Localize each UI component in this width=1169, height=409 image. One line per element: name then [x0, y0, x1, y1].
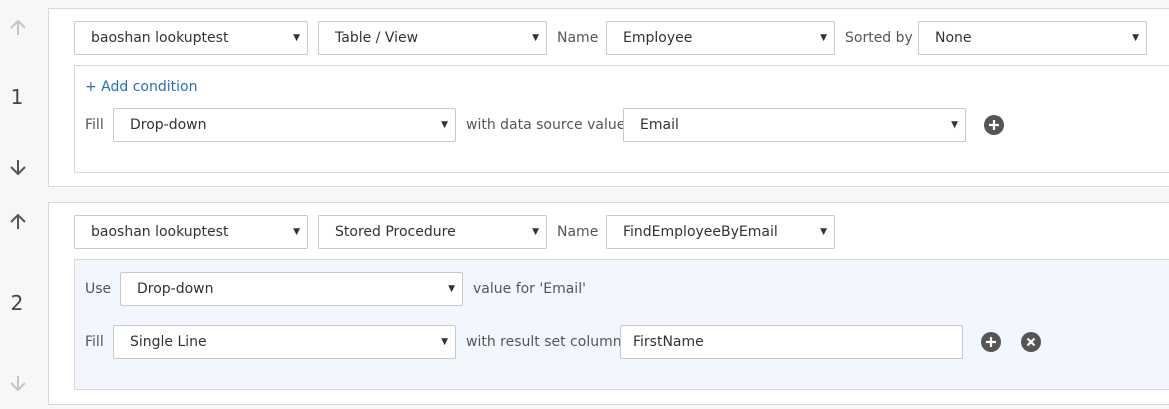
move-down-button[interactable] [9, 158, 27, 176]
caret-down-icon: ▼ [441, 337, 448, 347]
with-data-source-label: with data source value [466, 117, 626, 133]
object-type-select[interactable]: Table / View ▼ [318, 21, 547, 55]
object-type-value: Stored Procedure [335, 224, 456, 240]
name-value: Employee [623, 30, 693, 46]
data-source-value: baoshan lookuptest [91, 224, 229, 240]
rule-number: 1 [10, 85, 24, 109]
result-column-input[interactable]: FirstName [620, 325, 963, 359]
add-condition-link[interactable]: + Add condition [85, 79, 197, 95]
result-column-value: FirstName [633, 334, 704, 350]
plus-circle-icon [986, 337, 996, 347]
caret-down-icon: ▼ [293, 33, 300, 43]
name-label: Name [557, 224, 599, 240]
object-type-select[interactable]: Stored Procedure ▼ [318, 215, 547, 249]
sorted-by-value: None [935, 30, 972, 46]
fill-control-value: Single Line [130, 334, 207, 350]
arrow-down-icon [10, 376, 26, 392]
caret-down-icon: ▼ [293, 227, 300, 237]
arrow-up-icon [10, 19, 26, 35]
data-source-select[interactable]: baoshan lookuptest ▼ [74, 215, 308, 249]
sorted-by-select[interactable]: None ▼ [918, 21, 1147, 55]
move-down-button[interactable] [9, 374, 27, 392]
use-control-select[interactable]: Drop-down ▼ [120, 272, 463, 306]
sorted-by-label: Sorted by [845, 30, 913, 46]
fill-control-select[interactable]: Single Line ▼ [113, 325, 456, 359]
add-fill-button[interactable] [984, 115, 1004, 135]
caret-down-icon: ▼ [532, 227, 539, 237]
rule-number: 2 [10, 291, 24, 315]
data-source-value: baoshan lookuptest [91, 30, 229, 46]
add-fill-button[interactable] [981, 332, 1001, 352]
data-source-select[interactable]: baoshan lookuptest ▼ [74, 21, 308, 55]
object-type-value: Table / View [335, 30, 419, 46]
value-for-label: value for 'Email' [473, 281, 586, 297]
name-select[interactable]: Employee ▼ [606, 21, 835, 55]
caret-down-icon: ▼ [532, 33, 539, 43]
source-value-select[interactable]: Email ▼ [623, 108, 966, 142]
arrow-up-icon [10, 213, 26, 229]
use-control-value: Drop-down [137, 281, 214, 297]
caret-down-icon: ▼ [441, 120, 448, 130]
caret-down-icon: ▼ [448, 284, 455, 294]
with-result-set-label: with result set column [466, 334, 622, 350]
name-select[interactable]: FindEmployeeByEmail ▼ [606, 215, 835, 249]
source-value: Email [640, 117, 679, 133]
move-up-button[interactable] [9, 213, 27, 231]
move-up-button[interactable] [9, 19, 27, 37]
use-label: Use [85, 281, 112, 297]
fill-control-value: Drop-down [130, 117, 207, 133]
arrow-down-icon [10, 160, 26, 176]
caret-down-icon: ▼ [820, 227, 827, 237]
name-label: Name [557, 30, 599, 46]
remove-fill-button[interactable] [1021, 332, 1041, 352]
name-value: FindEmployeeByEmail [623, 224, 778, 240]
plus-circle-icon [989, 120, 999, 130]
caret-down-icon: ▼ [1132, 33, 1139, 43]
fill-control-select[interactable]: Drop-down ▼ [113, 108, 456, 142]
caret-down-icon: ▼ [951, 120, 958, 130]
fill-label: Fill [85, 117, 104, 133]
x-circle-icon [1026, 337, 1036, 347]
caret-down-icon: ▼ [820, 33, 827, 43]
fill-label: Fill [85, 334, 104, 350]
